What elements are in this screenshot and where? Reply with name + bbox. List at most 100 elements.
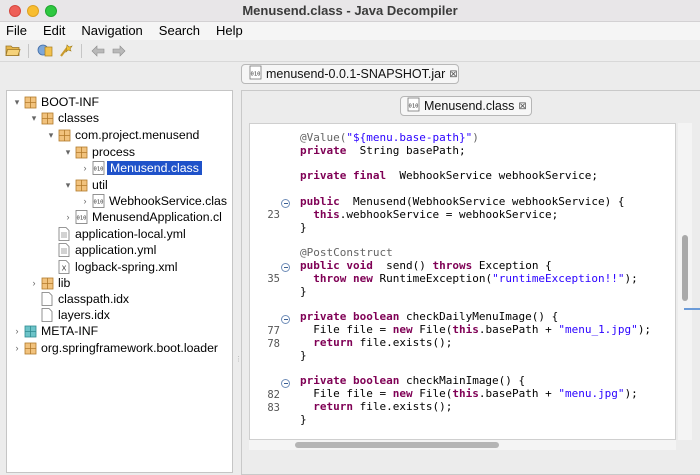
code-token: "runtimeException!!" xyxy=(492,271,625,285)
tree-item-meta-inf[interactable]: › META-INF xyxy=(11,323,99,339)
file-tree: ▾ BOOT-INF ▾ classes ▾ com.project.menus… xyxy=(6,90,233,473)
file-icon xyxy=(40,308,54,322)
chevron-down-icon[interactable]: ▾ xyxy=(62,180,74,191)
tree-item-logback-spring-xml[interactable]: X logback-spring.xml xyxy=(45,259,178,275)
tree-item-util[interactable]: ▾ util xyxy=(62,177,108,193)
vertical-scroll-thumb[interactable] xyxy=(682,235,688,301)
code-token: Menusend(WebhookService webhookService) … xyxy=(339,195,625,208)
code-token: private boolean xyxy=(300,374,400,388)
chevron-right-icon[interactable]: › xyxy=(11,343,23,353)
tree-item-application-local-yml[interactable]: application-local.yml xyxy=(45,226,186,242)
code-token: Exception { xyxy=(472,259,552,272)
package-icon xyxy=(23,341,37,355)
line-number: 78 xyxy=(267,338,280,350)
code-token: ); xyxy=(624,271,638,285)
code-token: send() xyxy=(372,259,433,272)
tab-jar[interactable]: 010 menusend-0.0.1-SNAPSHOT.jar ⊠ xyxy=(241,64,459,84)
class-file-icon: 010 xyxy=(407,97,420,115)
menu-search[interactable]: Search xyxy=(151,22,208,40)
line-number: 82 xyxy=(267,389,280,401)
code-token: File file = xyxy=(300,387,393,400)
vertical-scrollbar[interactable] xyxy=(678,123,692,440)
open-type-icon[interactable] xyxy=(36,43,53,59)
code-line: private final WebhookService webhookServ… xyxy=(300,169,598,182)
close-icon[interactable]: ⊠ xyxy=(518,101,526,112)
code-token: .webhookService = webhookService; xyxy=(339,207,559,221)
forward-arrow-icon[interactable] xyxy=(110,43,127,59)
code-token: "${menu.base-path}" xyxy=(346,131,473,144)
chevron-right-icon[interactable]: › xyxy=(62,212,74,222)
fold-marker-icon[interactable] xyxy=(281,315,290,324)
tree-item-lib[interactable]: › lib xyxy=(28,275,71,291)
code-token: @Value( xyxy=(300,131,347,144)
tree-item-menusendapplication-class[interactable]: › 010 MenusendApplication.cl xyxy=(62,209,222,225)
tree-item-layers-idx[interactable]: layers.idx xyxy=(28,307,110,323)
code-token: ) xyxy=(472,131,479,144)
code-line: return file.exists(); xyxy=(300,336,452,349)
menu-edit[interactable]: Edit xyxy=(35,22,73,40)
chevron-right-icon[interactable]: › xyxy=(79,196,91,206)
code-token: WebhookService webhookService; xyxy=(386,169,599,183)
code-token: } xyxy=(300,220,307,234)
code-token: return xyxy=(313,335,353,349)
menu-help[interactable]: Help xyxy=(208,22,251,40)
svg-text:010: 010 xyxy=(93,167,103,173)
code-token: throw new xyxy=(313,271,373,285)
class-file-icon: 010 xyxy=(91,194,105,208)
code-token: "menu.jpg" xyxy=(558,387,625,400)
tree-item-webhookservice-class[interactable]: › 010 WebhookService.clas xyxy=(79,193,228,209)
code-line: private boolean checkDailyMenuImage() { xyxy=(300,310,558,323)
code-line: private boolean checkMainImage() { xyxy=(300,374,525,387)
search-icon[interactable] xyxy=(57,43,74,59)
class-file-icon: 010 xyxy=(74,210,88,224)
fold-marker-icon[interactable] xyxy=(281,199,290,208)
svg-text:010: 010 xyxy=(409,104,419,110)
tree-item-menusend-class[interactable]: › 010 Menusend.class xyxy=(79,160,202,176)
code-token: private final xyxy=(300,169,387,183)
code-token: "menu_1.jpg" xyxy=(558,323,638,336)
svg-text:010: 010 xyxy=(251,72,261,78)
toolbar-separator xyxy=(28,43,29,58)
chevron-down-icon[interactable]: ▾ xyxy=(28,113,40,124)
code-line: public void send() throws Exception { xyxy=(300,259,552,272)
tab-menusend-class[interactable]: 010 Menusend.class ⊠ xyxy=(400,96,532,116)
code-token: throws xyxy=(432,259,473,272)
menu-file[interactable]: File xyxy=(0,22,35,40)
fold-marker-icon[interactable] xyxy=(281,263,290,272)
tree-item-boot-inf[interactable]: ▾ BOOT-INF xyxy=(11,94,99,110)
code-token: return xyxy=(313,399,353,413)
tree-item-process[interactable]: ▾ process xyxy=(62,144,135,160)
code-token: .basePath + xyxy=(478,387,559,400)
svg-text:X: X xyxy=(62,265,67,273)
focus-edge xyxy=(684,308,700,310)
menu-navigation[interactable]: Navigation xyxy=(73,22,150,40)
code-editor[interactable]: 23 35 77 78 82 83 @Value("${menu.base-pa… xyxy=(249,123,676,440)
tree-item-classpath-idx[interactable]: classpath.idx xyxy=(28,291,129,307)
panel-splitter[interactable]: ⋮ xyxy=(233,90,242,473)
code-line: @Value("${menu.base-path}") xyxy=(300,131,479,144)
chevron-down-icon[interactable]: ▾ xyxy=(62,147,74,158)
chevron-down-icon[interactable]: ▾ xyxy=(11,97,23,108)
svg-text:010: 010 xyxy=(76,216,86,222)
back-arrow-icon[interactable] xyxy=(89,43,106,59)
package-icon xyxy=(57,128,71,142)
horizontal-scroll-thumb[interactable] xyxy=(295,442,499,448)
tree-item-classes[interactable]: ▾ classes xyxy=(28,110,99,126)
horizontal-scrollbar[interactable] xyxy=(249,440,676,450)
code-token: checkMainImage() { xyxy=(399,374,526,388)
close-icon[interactable]: ⊠ xyxy=(449,69,457,80)
open-folder-icon[interactable] xyxy=(4,43,21,59)
chevron-right-icon[interactable]: › xyxy=(11,326,23,336)
code-line: } xyxy=(300,413,307,426)
code-token: this xyxy=(313,207,340,221)
line-number: 77 xyxy=(267,325,280,337)
code-token: ); xyxy=(637,323,652,336)
tree-item-org-springframework-boot-loader[interactable]: › org.springframework.boot.loader xyxy=(11,340,219,356)
code-token: RuntimeException( xyxy=(372,271,493,285)
chevron-right-icon[interactable]: › xyxy=(28,278,40,288)
tree-item-application-yml[interactable]: application.yml xyxy=(45,242,156,258)
splitter-grip[interactable]: ⋮ xyxy=(235,356,242,378)
chevron-down-icon[interactable]: ▾ xyxy=(45,130,57,141)
tree-item-com-project-menusend[interactable]: ▾ com.project.menusend xyxy=(45,127,200,143)
fold-marker-icon[interactable] xyxy=(281,379,290,388)
